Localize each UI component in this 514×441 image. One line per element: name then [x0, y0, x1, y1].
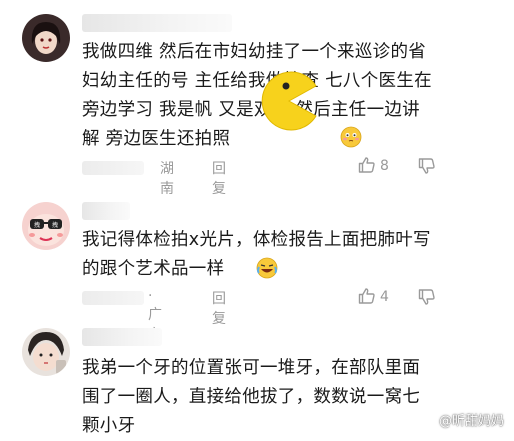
- reply-button[interactable]: 回复: [212, 288, 226, 328]
- dislike-button[interactable]: [418, 157, 436, 179]
- laughing-crying-emoji-icon: [256, 257, 278, 283]
- watermark: @昕甜妈妈: [422, 410, 504, 431]
- thumbs-down-icon: [418, 289, 435, 305]
- like-count: 4: [380, 289, 389, 305]
- thumbs-down-icon: [418, 158, 435, 174]
- avatar[interactable]: [22, 14, 70, 62]
- like-count: 8: [380, 158, 389, 174]
- avatar[interactable]: 拽 拽: [22, 202, 70, 250]
- thumbs-up-icon: [358, 288, 375, 304]
- pacman-sticker-icon: [258, 70, 320, 132]
- watermark-text: @昕甜妈妈: [439, 414, 505, 429]
- reply-button[interactable]: 回复: [212, 158, 226, 198]
- username-blurred[interactable]: [82, 328, 162, 346]
- svg-text:拽: 拽: [52, 221, 58, 229]
- blushing-emoji-icon: [340, 126, 362, 152]
- comment-text: 我弟一个牙的位置张可一堆牙，在部队里面围了一圈人，直接给他拔了，数数说一窝七颗小…: [82, 358, 421, 436]
- username-blurred[interactable]: [82, 202, 130, 220]
- svg-text:拽: 拽: [34, 221, 40, 229]
- thumbs-up-icon: [358, 157, 375, 173]
- toutiao-logo-icon: [422, 413, 436, 431]
- avatar[interactable]: [22, 328, 70, 376]
- dislike-button[interactable]: [418, 288, 436, 310]
- username-blurred[interactable]: [82, 14, 232, 32]
- timestamp-blurred: [82, 291, 144, 305]
- timestamp-blurred: [82, 161, 144, 175]
- location-label: 湖南: [160, 161, 174, 197]
